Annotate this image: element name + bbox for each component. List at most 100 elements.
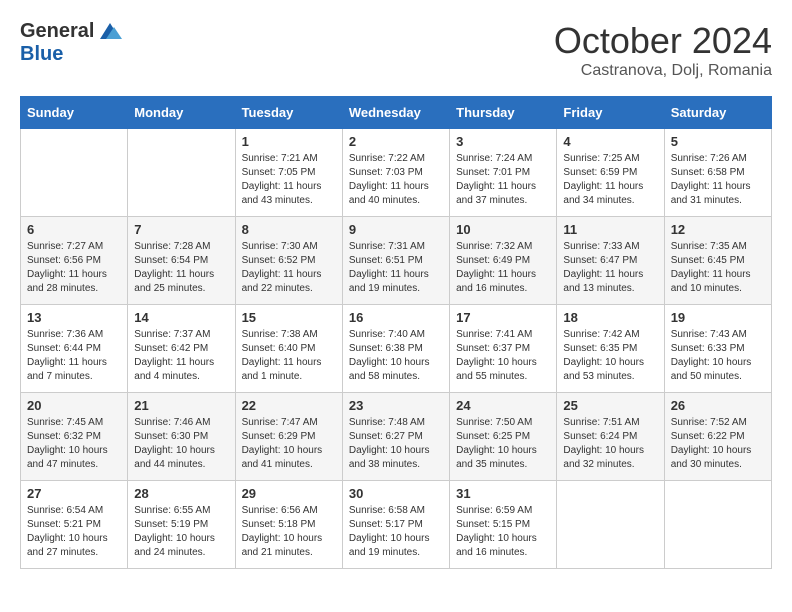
day-number: 30 [349, 486, 443, 501]
day-number: 4 [563, 134, 657, 149]
cell-2-3: 16 Sunrise: 7:40 AMSunset: 6:38 PMDayligh… [342, 305, 449, 393]
cell-3-6: 26 Sunrise: 7:52 AMSunset: 6:22 PMDayligh… [664, 393, 771, 481]
day-number: 26 [671, 398, 765, 413]
cell-info: Sunrise: 7:50 AMSunset: 6:25 PMDaylight:… [456, 417, 537, 470]
cell-4-0: 27Sunrise: 6:54 AMSunset: 5:21 PMDayligh… [21, 481, 128, 569]
logo: General Blue [20, 20, 124, 66]
week-row-4: 20 Sunrise: 7:45 AMSunset: 6:32 PMDayligh… [21, 393, 772, 481]
cell-info: Sunrise: 6:58 AMSunset: 5:17 PMDaylight:… [349, 505, 430, 558]
day-number: 9 [349, 222, 443, 237]
day-number: 23 [349, 398, 443, 413]
cell-info: Sunrise: 7:21 AMSunset: 7:05 PMDaylight:… [242, 153, 322, 206]
week-row-3: 13Sunrise: 7:36 AMSunset: 6:44 PMDayligh… [21, 305, 772, 393]
header-thursday: Thursday [450, 97, 557, 129]
day-number: 21 [134, 398, 228, 413]
cell-3-5: 25 Sunrise: 7:51 AMSunset: 6:24 PMDayligh… [557, 393, 664, 481]
cell-info: Sunrise: 7:46 AMSunset: 6:30 PMDaylight:… [134, 417, 215, 470]
day-number: 24 [456, 398, 550, 413]
header-saturday: Saturday [664, 97, 771, 129]
cell-1-0: 6 Sunrise: 7:27 AMSunset: 6:56 PMDaylight… [21, 217, 128, 305]
page-header: General Blue October 2024 Castranova, Do… [20, 20, 772, 80]
cell-info: Sunrise: 7:30 AMSunset: 6:52 PMDaylight:… [242, 241, 322, 294]
cell-2-2: 15Sunrise: 7:38 AMSunset: 6:40 PMDayligh… [235, 305, 342, 393]
cell-info: Sunrise: 6:59 AMSunset: 5:15 PMDaylight:… [456, 505, 537, 558]
cell-0-2: 1 Sunrise: 7:21 AMSunset: 7:05 PMDaylight… [235, 129, 342, 217]
cell-3-0: 20 Sunrise: 7:45 AMSunset: 6:32 PMDayligh… [21, 393, 128, 481]
day-number: 3 [456, 134, 550, 149]
cell-info: Sunrise: 7:24 AMSunset: 7:01 PMDaylight:… [456, 153, 536, 206]
day-number: 12 [671, 222, 765, 237]
cell-info: Sunrise: 7:31 AMSunset: 6:51 PMDaylight:… [349, 241, 429, 294]
day-number: 20 [27, 398, 121, 413]
cell-0-0 [21, 129, 128, 217]
day-number: 1 [242, 134, 336, 149]
cell-info: Sunrise: 7:47 AMSunset: 6:29 PMDaylight:… [242, 417, 323, 470]
cell-info: Sunrise: 7:51 AMSunset: 6:24 PMDaylight:… [563, 417, 644, 470]
week-row-1: 1 Sunrise: 7:21 AMSunset: 7:05 PMDaylight… [21, 129, 772, 217]
location-subtitle: Castranova, Dolj, Romania [554, 62, 772, 80]
day-number: 31 [456, 486, 550, 501]
day-number: 16 [349, 310, 443, 325]
day-number: 15 [242, 310, 336, 325]
cell-info: Sunrise: 7:45 AMSunset: 6:32 PMDaylight:… [27, 417, 108, 470]
week-row-5: 27Sunrise: 6:54 AMSunset: 5:21 PMDayligh… [21, 481, 772, 569]
cell-3-4: 24 Sunrise: 7:50 AMSunset: 6:25 PMDayligh… [450, 393, 557, 481]
cell-info: Sunrise: 6:55 AMSunset: 5:19 PMDaylight:… [134, 505, 215, 558]
cell-1-6: 12Sunrise: 7:35 AMSunset: 6:45 PMDayligh… [664, 217, 771, 305]
cell-info: Sunrise: 7:32 AMSunset: 6:49 PMDaylight:… [456, 241, 536, 294]
day-number: 5 [671, 134, 765, 149]
cell-info: Sunrise: 7:25 AMSunset: 6:59 PMDaylight:… [563, 153, 643, 206]
cell-1-5: 11Sunrise: 7:33 AMSunset: 6:47 PMDayligh… [557, 217, 664, 305]
cell-4-2: 29Sunrise: 6:56 AMSunset: 5:18 PMDayligh… [235, 481, 342, 569]
calendar-header-row: SundayMondayTuesdayWednesdayThursdayFrid… [21, 97, 772, 129]
cell-1-3: 9 Sunrise: 7:31 AMSunset: 6:51 PMDaylight… [342, 217, 449, 305]
cell-info: Sunrise: 7:43 AMSunset: 6:33 PMDaylight:… [671, 329, 752, 382]
calendar-table: SundayMondayTuesdayWednesdayThursdayFrid… [20, 96, 772, 569]
cell-info: Sunrise: 7:40 AMSunset: 6:38 PMDaylight:… [349, 329, 430, 382]
cell-1-2: 8 Sunrise: 7:30 AMSunset: 6:52 PMDaylight… [235, 217, 342, 305]
day-number: 13 [27, 310, 121, 325]
cell-info: Sunrise: 7:48 AMSunset: 6:27 PMDaylight:… [349, 417, 430, 470]
logo-icon [96, 21, 124, 43]
cell-2-1: 14 Sunrise: 7:37 AMSunset: 6:42 PMDayligh… [128, 305, 235, 393]
cell-2-6: 19 Sunrise: 7:43 AMSunset: 6:33 PMDayligh… [664, 305, 771, 393]
cell-4-1: 28 Sunrise: 6:55 AMSunset: 5:19 PMDayligh… [128, 481, 235, 569]
cell-0-6: 5 Sunrise: 7:26 AMSunset: 6:58 PMDaylight… [664, 129, 771, 217]
cell-2-4: 17Sunrise: 7:41 AMSunset: 6:37 PMDayligh… [450, 305, 557, 393]
cell-info: Sunrise: 7:22 AMSunset: 7:03 PMDaylight:… [349, 153, 429, 206]
day-number: 25 [563, 398, 657, 413]
cell-info: Sunrise: 7:26 AMSunset: 6:58 PMDaylight:… [671, 153, 751, 206]
cell-0-4: 3 Sunrise: 7:24 AMSunset: 7:01 PMDaylight… [450, 129, 557, 217]
cell-4-4: 31 Sunrise: 6:59 AMSunset: 5:15 PMDayligh… [450, 481, 557, 569]
header-friday: Friday [557, 97, 664, 129]
cell-info: Sunrise: 7:52 AMSunset: 6:22 PMDaylight:… [671, 417, 752, 470]
cell-info: Sunrise: 7:27 AMSunset: 6:56 PMDaylight:… [27, 241, 107, 294]
cell-1-1: 7 Sunrise: 7:28 AMSunset: 6:54 PMDaylight… [128, 217, 235, 305]
day-number: 6 [27, 222, 121, 237]
day-number: 19 [671, 310, 765, 325]
cell-2-0: 13Sunrise: 7:36 AMSunset: 6:44 PMDayligh… [21, 305, 128, 393]
cell-4-5 [557, 481, 664, 569]
day-number: 8 [242, 222, 336, 237]
day-number: 10 [456, 222, 550, 237]
week-row-2: 6 Sunrise: 7:27 AMSunset: 6:56 PMDaylight… [21, 217, 772, 305]
cell-2-5: 18 Sunrise: 7:42 AMSunset: 6:35 PMDayligh… [557, 305, 664, 393]
day-number: 29 [242, 486, 336, 501]
cell-info: Sunrise: 7:33 AMSunset: 6:47 PMDaylight:… [563, 241, 643, 294]
cell-0-1 [128, 129, 235, 217]
day-number: 2 [349, 134, 443, 149]
day-number: 22 [242, 398, 336, 413]
cell-info: Sunrise: 6:54 AMSunset: 5:21 PMDaylight:… [27, 505, 108, 558]
cell-3-3: 23 Sunrise: 7:48 AMSunset: 6:27 PMDayligh… [342, 393, 449, 481]
day-number: 7 [134, 222, 228, 237]
cell-0-5: 4 Sunrise: 7:25 AMSunset: 6:59 PMDaylight… [557, 129, 664, 217]
cell-1-4: 10 Sunrise: 7:32 AMSunset: 6:49 PMDayligh… [450, 217, 557, 305]
cell-info: Sunrise: 7:42 AMSunset: 6:35 PMDaylight:… [563, 329, 644, 382]
day-number: 17 [456, 310, 550, 325]
cell-0-3: 2 Sunrise: 7:22 AMSunset: 7:03 PMDaylight… [342, 129, 449, 217]
cell-info: Sunrise: 7:37 AMSunset: 6:42 PMDaylight:… [134, 329, 214, 382]
day-number: 28 [134, 486, 228, 501]
day-number: 14 [134, 310, 228, 325]
day-number: 18 [563, 310, 657, 325]
cell-info: Sunrise: 7:28 AMSunset: 6:54 PMDaylight:… [134, 241, 214, 294]
